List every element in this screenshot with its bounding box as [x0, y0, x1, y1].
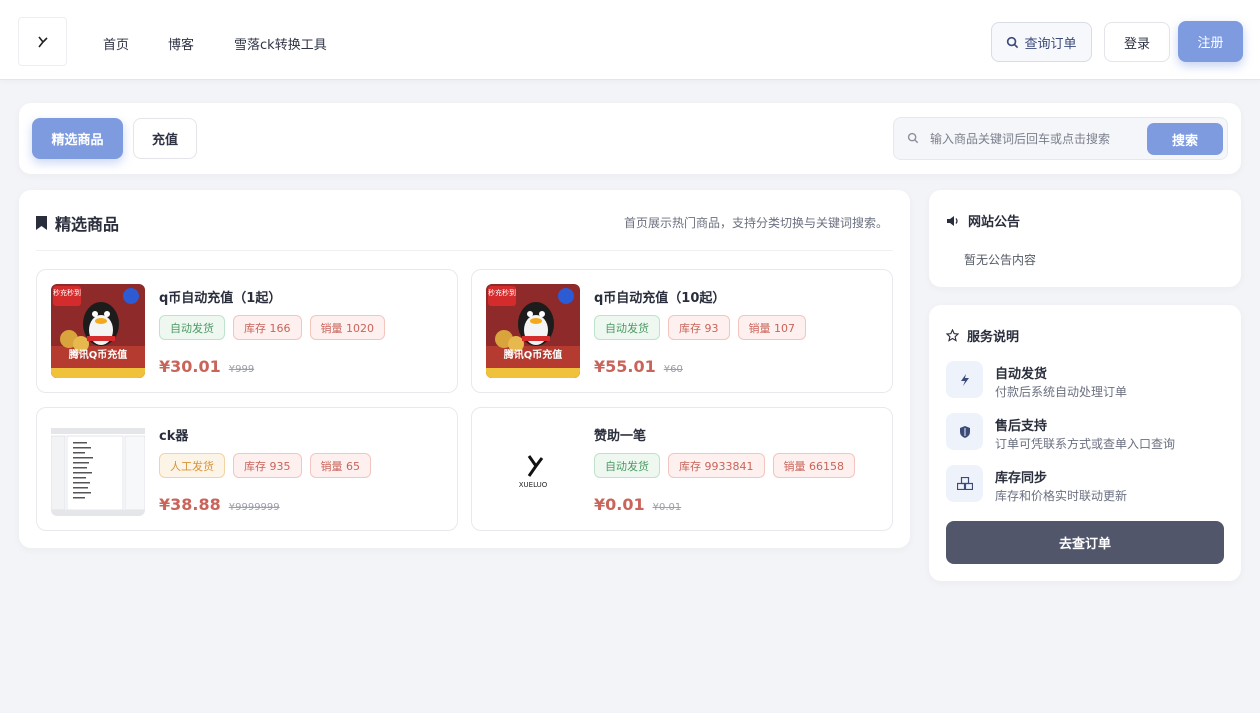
- category-bar: 精选商品 充值 搜索: [19, 103, 1241, 174]
- product-price: ¥30.01 ¥999: [159, 357, 254, 376]
- product-name[interactable]: q币自动充值（10起）: [594, 287, 725, 306]
- current-price: ¥55.01: [594, 357, 656, 376]
- search-button[interactable]: 搜索: [1147, 123, 1223, 155]
- svg-text:秒充秒到: 秒充秒到: [488, 288, 516, 297]
- bolt-icon: [946, 361, 983, 398]
- search-icon: [907, 132, 919, 148]
- product-thumbnail: 秒充秒到 腾讯Q币充值: [51, 284, 145, 378]
- sales-badge: 销量 1020: [309, 315, 385, 340]
- search-input[interactable]: [930, 128, 1140, 150]
- product-price: ¥55.01 ¥60: [594, 357, 683, 376]
- current-price: ¥0.01: [594, 495, 645, 514]
- service-item-desc: 库存和价格实时联动更新: [995, 489, 1128, 503]
- check-order-button[interactable]: 去查订单: [946, 521, 1224, 564]
- service-item-title: 自动发货: [995, 367, 1048, 382]
- sales-badge: 销量 107: [737, 315, 806, 340]
- current-price: ¥30.01: [159, 357, 221, 376]
- svg-text:腾讯Q币充值: 腾讯Q币充值: [503, 348, 563, 361]
- product-tags: 人工发货 库存 935 销量 65: [159, 453, 371, 478]
- service-item: 自动发货 付款后系统自动处理订单: [946, 361, 1226, 401]
- query-order-label: 查询订单: [1024, 36, 1077, 52]
- tab-recharge[interactable]: 充值: [133, 118, 197, 159]
- login-button[interactable]: 登录: [1104, 22, 1170, 62]
- service-panel: 服务说明 自动发货 付款后系统自动处理订单 售后支持 订单可凭联系方式或查单入口…: [929, 305, 1241, 581]
- original-price: ¥9999999: [228, 502, 280, 513]
- original-price: ¥60: [663, 364, 683, 375]
- section-subtitle: 首页展示热门商品，支持分类切换与关键词搜索。: [623, 216, 888, 230]
- product-card[interactable]: XUELUO 赞助一笔 自动发货 库存 9933841 销量 66158 ¥0.…: [471, 407, 893, 531]
- main-nav: 首页 博客 雪落ck转换工具: [103, 34, 327, 53]
- service-title-text: 服务说明: [967, 330, 1020, 345]
- sales-badge: 销量 65: [309, 453, 371, 478]
- logo-icon: [37, 36, 48, 47]
- top-navbar: 首页 博客 雪落ck转换工具 查询订单 登录 注册: [0, 0, 1260, 80]
- original-price: ¥0.01: [652, 502, 682, 513]
- delivery-badge: 自动发货: [594, 453, 660, 478]
- product-card[interactable]: 秒充秒到 腾讯Q币充值 q币自动充值（1起） 自动发货 库存 166 销量 10…: [36, 269, 458, 393]
- search-bar: 搜索: [893, 117, 1228, 160]
- section-title-text: 精选商品: [55, 215, 120, 234]
- delivery-badge: 自动发货: [594, 315, 660, 340]
- service-item-desc: 订单可凭联系方式或查单入口查询: [995, 437, 1176, 451]
- sales-badge: 销量 66158: [772, 453, 855, 478]
- svg-text:秒充秒到: 秒充秒到: [53, 288, 81, 297]
- product-tags: 自动发货 库存 166 销量 1020: [159, 315, 385, 340]
- svg-text:腾讯Q币充值: 腾讯Q币充值: [68, 348, 128, 361]
- service-item-title: 售后支持: [995, 419, 1048, 434]
- section-title: 精选商品: [36, 211, 119, 235]
- product-thumbnail: 秒充秒到 腾讯Q币充值: [486, 284, 580, 378]
- tab-featured[interactable]: 精选商品: [32, 118, 123, 159]
- notice-panel: 网站公告 暂无公告内容: [929, 190, 1241, 287]
- notice-content: 暂无公告内容: [964, 253, 1037, 267]
- current-price: ¥38.88: [159, 495, 221, 514]
- stock-badge: 库存 93: [668, 315, 730, 340]
- nav-ck-tool[interactable]: 雪落ck转换工具: [234, 34, 327, 53]
- service-title: 服务说明: [946, 326, 1019, 345]
- product-price: ¥38.88 ¥9999999: [159, 495, 280, 514]
- shield-icon: [946, 413, 983, 450]
- service-item: 库存同步 库存和价格实时联动更新: [946, 465, 1226, 505]
- service-item-desc: 付款后系统自动处理订单: [995, 385, 1128, 399]
- product-card[interactable]: ck器 人工发货 库存 935 销量 65 ¥38.88 ¥9999999: [36, 407, 458, 531]
- stock-badge: 库存 935: [233, 453, 302, 478]
- product-tags: 自动发货 库存 93 销量 107: [594, 315, 806, 340]
- product-name[interactable]: 赞助一笔: [594, 425, 646, 444]
- product-thumbnail: XUELUO: [486, 422, 580, 516]
- star-icon: [946, 329, 959, 342]
- stock-badge: 库存 9933841: [668, 453, 765, 478]
- speaker-icon: [947, 215, 958, 226]
- stock-badge: 库存 166: [233, 315, 302, 340]
- product-thumbnail: [51, 422, 145, 516]
- products-panel: 精选商品 首页展示热门商品，支持分类切换与关键词搜索。 秒充秒到 腾讯Q币充值 …: [19, 190, 910, 548]
- nav-blog[interactable]: 博客: [168, 34, 194, 53]
- bookmark-icon: [36, 216, 47, 230]
- search-icon: [1007, 36, 1019, 48]
- delivery-badge: 自动发货: [159, 315, 225, 340]
- boxes-icon: [946, 465, 983, 502]
- product-name[interactable]: q币自动充值（1起）: [159, 287, 281, 306]
- delivery-badge: 人工发货: [159, 453, 225, 478]
- query-order-button[interactable]: 查询订单: [991, 22, 1092, 62]
- notice-title-text: 网站公告: [968, 215, 1021, 230]
- svg-text:XUELUO: XUELUO: [519, 481, 548, 489]
- product-card[interactable]: 秒充秒到 腾讯Q币充值 q币自动充值（10起） 自动发货 库存 93 销量 10…: [471, 269, 893, 393]
- nav-home[interactable]: 首页: [103, 34, 129, 53]
- service-item-title: 库存同步: [995, 471, 1048, 486]
- service-item: 售后支持 订单可凭联系方式或查单入口查询: [946, 413, 1226, 453]
- divider: [36, 250, 893, 251]
- product-tags: 自动发货 库存 9933841 销量 66158: [594, 453, 855, 478]
- original-price: ¥999: [228, 364, 255, 375]
- product-name[interactable]: ck器: [159, 425, 188, 444]
- product-price: ¥0.01 ¥0.01: [594, 495, 681, 514]
- site-logo[interactable]: [18, 17, 67, 66]
- notice-title: 网站公告: [946, 211, 1020, 230]
- register-button[interactable]: 注册: [1178, 21, 1243, 62]
